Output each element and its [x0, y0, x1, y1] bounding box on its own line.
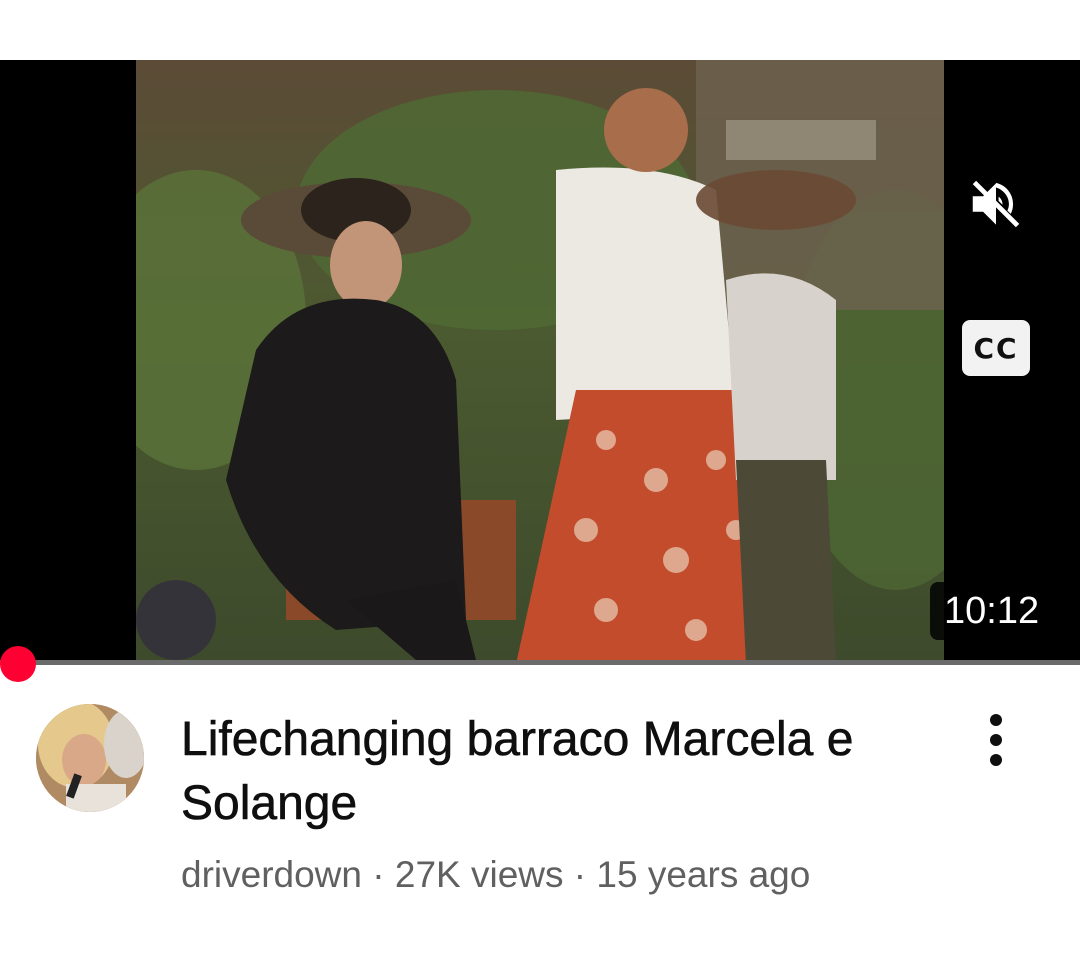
video-thumbnail[interactable] — [136, 60, 944, 664]
more-options-button[interactable] — [966, 708, 1026, 772]
more-vert-icon — [990, 714, 1002, 726]
volume-muted-icon — [972, 180, 1020, 228]
mute-button[interactable] — [960, 168, 1032, 240]
video-player[interactable]: CC — [0, 60, 1080, 664]
meta-separator: · — [563, 854, 597, 895]
captions-button[interactable]: CC — [962, 320, 1030, 376]
upload-age: 15 years ago — [596, 854, 811, 895]
progress-scrubber[interactable] — [0, 646, 36, 682]
meta-separator: · — [361, 854, 395, 895]
progress-bar[interactable] — [0, 660, 1080, 665]
channel-avatar[interactable] — [36, 704, 144, 812]
view-count: 27K views — [394, 854, 564, 895]
avatar-image — [36, 704, 144, 812]
video-metadata: driverdown · 27K views · 15 years ago — [181, 850, 810, 900]
duration-badge: 10:12 — [930, 582, 1054, 640]
channel-name[interactable]: driverdown — [181, 854, 362, 895]
thumbnail-image — [136, 60, 944, 664]
video-title[interactable]: Lifechanging barraco Marcela e Solange — [181, 708, 921, 836]
